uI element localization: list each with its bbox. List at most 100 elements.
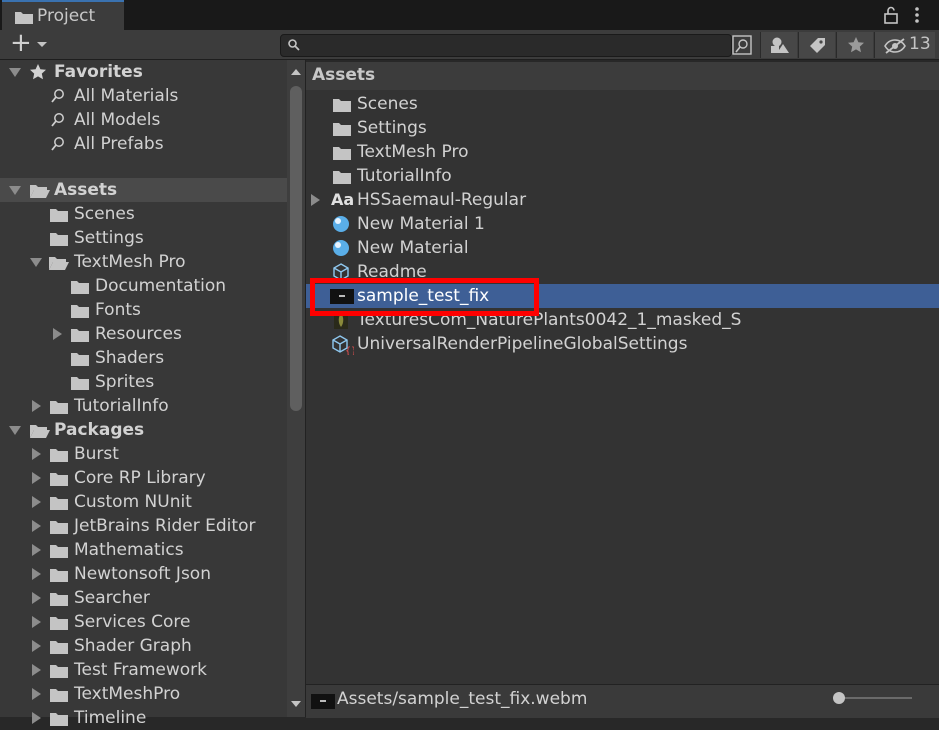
asset-item[interactable]: Settings [306,116,939,140]
folder-icon [71,305,89,318]
tree-package-item[interactable]: Newtonsoft Json [0,562,287,586]
tree-package-item[interactable]: Services Core [0,610,287,634]
folder-icon [50,401,68,414]
tree-folder-item[interactable]: Documentation [0,274,287,298]
tree-folder-item[interactable]: Scenes [0,202,287,226]
expand-arrow-icon[interactable] [32,688,41,700]
search-in-window-icon[interactable] [731,34,753,56]
tree-favorite-item[interactable]: All Materials [0,84,287,108]
video-icon [311,694,335,709]
folder-open-icon [30,185,50,198]
folder-icon [50,233,68,246]
asset-item[interactable]: Aa HSSaemaul-Regular [306,188,939,212]
scroll-down-icon[interactable] [290,700,302,708]
search-icon [51,137,64,151]
expand-arrow-icon[interactable] [32,712,41,724]
collapse-arrow-icon[interactable] [30,258,42,267]
folder-icon [71,281,89,294]
tree-folder-item[interactable]: Fonts [0,298,287,322]
folder-icon [71,329,89,342]
tree-folder-item[interactable]: TutorialInfo [0,394,287,418]
folder-icon [50,665,68,678]
font-icon: Aa [331,190,355,209]
breadcrumb-assets[interactable]: Assets [312,65,375,85]
asset-item[interactable]: TutorialInfo [306,164,939,188]
folder-open-icon [49,257,69,270]
asset-item[interactable]: {}UniversalRenderPipelineGlobalSettings [306,332,939,356]
asset-item[interactable]: New Material [306,236,939,260]
tree-folder-item[interactable]: Resources [0,322,287,346]
hidden-packages-button[interactable]: 13 [874,32,935,58]
tree-assets[interactable]: Assets [0,178,287,202]
asset-item[interactable]: Scenes [306,92,939,116]
tree-folder-item[interactable]: Shaders [0,346,287,370]
tree-package-item[interactable]: JetBrains Rider Editor [0,514,287,538]
icon-size-slider[interactable] [833,690,913,704]
filter-by-type-button[interactable] [760,32,797,58]
tree-packages[interactable]: Packages [0,418,287,442]
folder-icon [50,569,68,582]
more-options-icon[interactable] [912,6,922,24]
folder-icon [50,497,68,510]
tab-project[interactable]: Project [2,0,124,30]
expand-arrow-icon[interactable] [32,592,41,604]
expand-arrow-icon[interactable] [32,448,41,460]
material-icon [333,216,349,232]
expand-arrow-icon[interactable] [32,616,41,628]
expand-arrow-icon[interactable] [53,328,62,340]
folder-open-icon [30,425,50,438]
tree-folder-item[interactable]: Settings [0,226,287,250]
material-icon [333,240,349,256]
tree-package-item[interactable]: Burst [0,442,287,466]
collapse-arrow-icon[interactable] [9,426,21,435]
search-icon [51,113,64,127]
expand-arrow-icon[interactable] [32,520,41,532]
search-icon [51,89,64,103]
asset-item[interactable]: New Material 1 [306,212,939,236]
collapse-arrow-icon[interactable] [9,186,21,195]
add-button[interactable]: + [8,28,50,59]
tab-bar [0,0,939,30]
search-icon [288,39,300,51]
tree-favorite-item[interactable]: All Models [0,108,287,132]
expand-arrow-icon[interactable] [32,568,41,580]
tab-title: Project [37,6,96,26]
lock-icon[interactable] [883,6,899,24]
folder-icon [333,99,351,112]
search-input[interactable] [280,34,732,57]
folder-icon [15,12,33,24]
tree-package-item[interactable]: Test Framework [0,658,287,682]
folder-icon [50,521,68,534]
favorites-button[interactable] [836,32,873,58]
asset-item[interactable]: TextMesh Pro [306,140,939,164]
collapse-arrow-icon[interactable] [9,68,21,77]
folder-icon [50,449,68,462]
tree-package-item[interactable]: Custom NUnit [0,490,287,514]
tree-scrollbar-thumb[interactable] [290,86,302,411]
star-icon [848,37,864,53]
tree-folder-item[interactable]: TextMesh Pro [0,250,287,274]
expand-arrow-icon[interactable] [32,640,41,652]
tree-package-item[interactable]: Core RP Library [0,466,287,490]
folder-icon [71,353,89,366]
tree-package-item[interactable]: TextMeshPro [0,682,287,706]
hidden-count: 13 [909,34,931,54]
expand-arrow-icon[interactable] [32,496,41,508]
tree-folder-item[interactable]: Sprites [0,370,287,394]
scroll-up-icon[interactable] [290,68,302,76]
tree-package-item[interactable]: Shader Graph [0,634,287,658]
expand-arrow-icon[interactable] [32,664,41,676]
tree-package-item[interactable]: Searcher [0,586,287,610]
expand-arrow-icon[interactable] [32,400,41,412]
tree-favorite-item[interactable]: All Prefabs [0,132,287,156]
svg-text:{}: {} [345,346,354,355]
tree-favorites[interactable]: Favorites [0,60,287,84]
tree-package-item[interactable]: Timeline [0,706,287,730]
filter-by-label-button[interactable] [798,32,835,58]
expand-arrow-icon[interactable] [32,472,41,484]
tree-package-item[interactable]: Mathematics [0,538,287,562]
folder-icon [50,617,68,630]
expand-arrow-icon[interactable] [32,544,41,556]
expand-arrow-icon[interactable] [311,194,320,206]
star-icon [30,64,46,80]
